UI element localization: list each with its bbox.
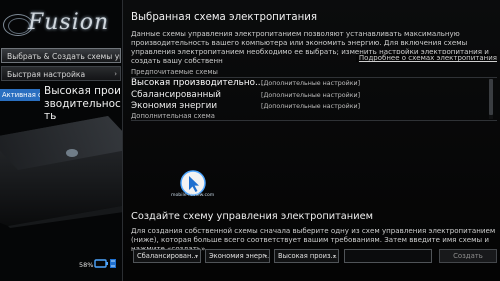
select-value: Высокая произ... — [278, 252, 337, 260]
page-title: Выбранная схема электропитания — [131, 12, 318, 23]
brand-name: Fusion — [28, 10, 110, 35]
create-plan-title: Создайте схему управления электропитание… — [131, 211, 373, 222]
base-plan-select-balanced[interactable]: Сбалансирован... ▾ — [133, 249, 201, 263]
divider — [131, 120, 497, 121]
plan-row-power-saver[interactable]: Экономия энергии [Дополнительные настрой… — [131, 101, 493, 112]
quick-settings-label: Быстрая настройка — [7, 70, 86, 79]
create-plan-button[interactable]: Создать — [439, 249, 497, 263]
plan-name-input[interactable] — [344, 249, 432, 263]
main-panel: Выбранная схема электропитания Данные сх… — [123, 0, 500, 281]
preferred-plans-label: Предпочитаемые схемы — [131, 68, 218, 76]
power-plans-help-link[interactable]: Подробнее о схемах электропитания — [355, 54, 497, 62]
select-create-plans-button[interactable]: Выбрать & Создать схемы управле — [1, 48, 121, 63]
chevron-right-icon: › — [114, 70, 117, 78]
plan-row-balanced[interactable]: Сбалансированный [Дополнительные настрой… — [131, 90, 493, 101]
select-value: Экономия энерг... — [209, 252, 270, 260]
select-create-plans-label: Выбрать & Создать схемы управле — [7, 52, 120, 61]
active-scheme-badge: Активная сх — [0, 89, 40, 101]
chevron-down-icon: ▾ — [194, 253, 198, 260]
battery-plug-icon — [94, 259, 116, 268]
plan-name[interactable]: Экономия энергии — [131, 101, 217, 112]
brand-logo: Fusion — [0, 4, 122, 40]
base-plan-select-high-performance[interactable]: Высокая произ... ▾ — [274, 249, 339, 263]
quick-settings-button[interactable]: Быстрая настройка › — [1, 66, 121, 81]
plan-advanced-settings-link[interactable]: [Дополнительные настройки] — [261, 78, 360, 89]
plan-advanced-settings-link[interactable]: [Дополнительные настройки] — [261, 90, 360, 101]
additional-plan-label: Дополнительная схема — [131, 112, 215, 120]
select-value: Сбалансирован... — [137, 252, 198, 260]
laptop-image — [0, 116, 122, 228]
plan-row-high-performance[interactable]: Высокая производительно... [Дополнительн… — [131, 78, 493, 89]
chevron-down-icon: ▾ — [263, 253, 267, 260]
plan-name[interactable]: Сбалансированный — [131, 90, 221, 101]
plan-name[interactable]: Высокая производительно... — [131, 78, 263, 89]
sidebar: Fusion Выбрать & Создать схемы управле Б… — [0, 0, 122, 281]
plans-scrollbar-thumb[interactable] — [489, 79, 493, 115]
plan-advanced-settings-link[interactable]: [Дополнительные настройки] — [261, 101, 360, 112]
cursor-caption: mobile-review.com — [171, 193, 215, 198]
base-plan-select-power-saver[interactable]: Экономия энерг... ▾ — [205, 249, 270, 263]
chevron-down-icon: ▾ — [332, 253, 336, 260]
battery-percent: 58% — [79, 261, 94, 269]
